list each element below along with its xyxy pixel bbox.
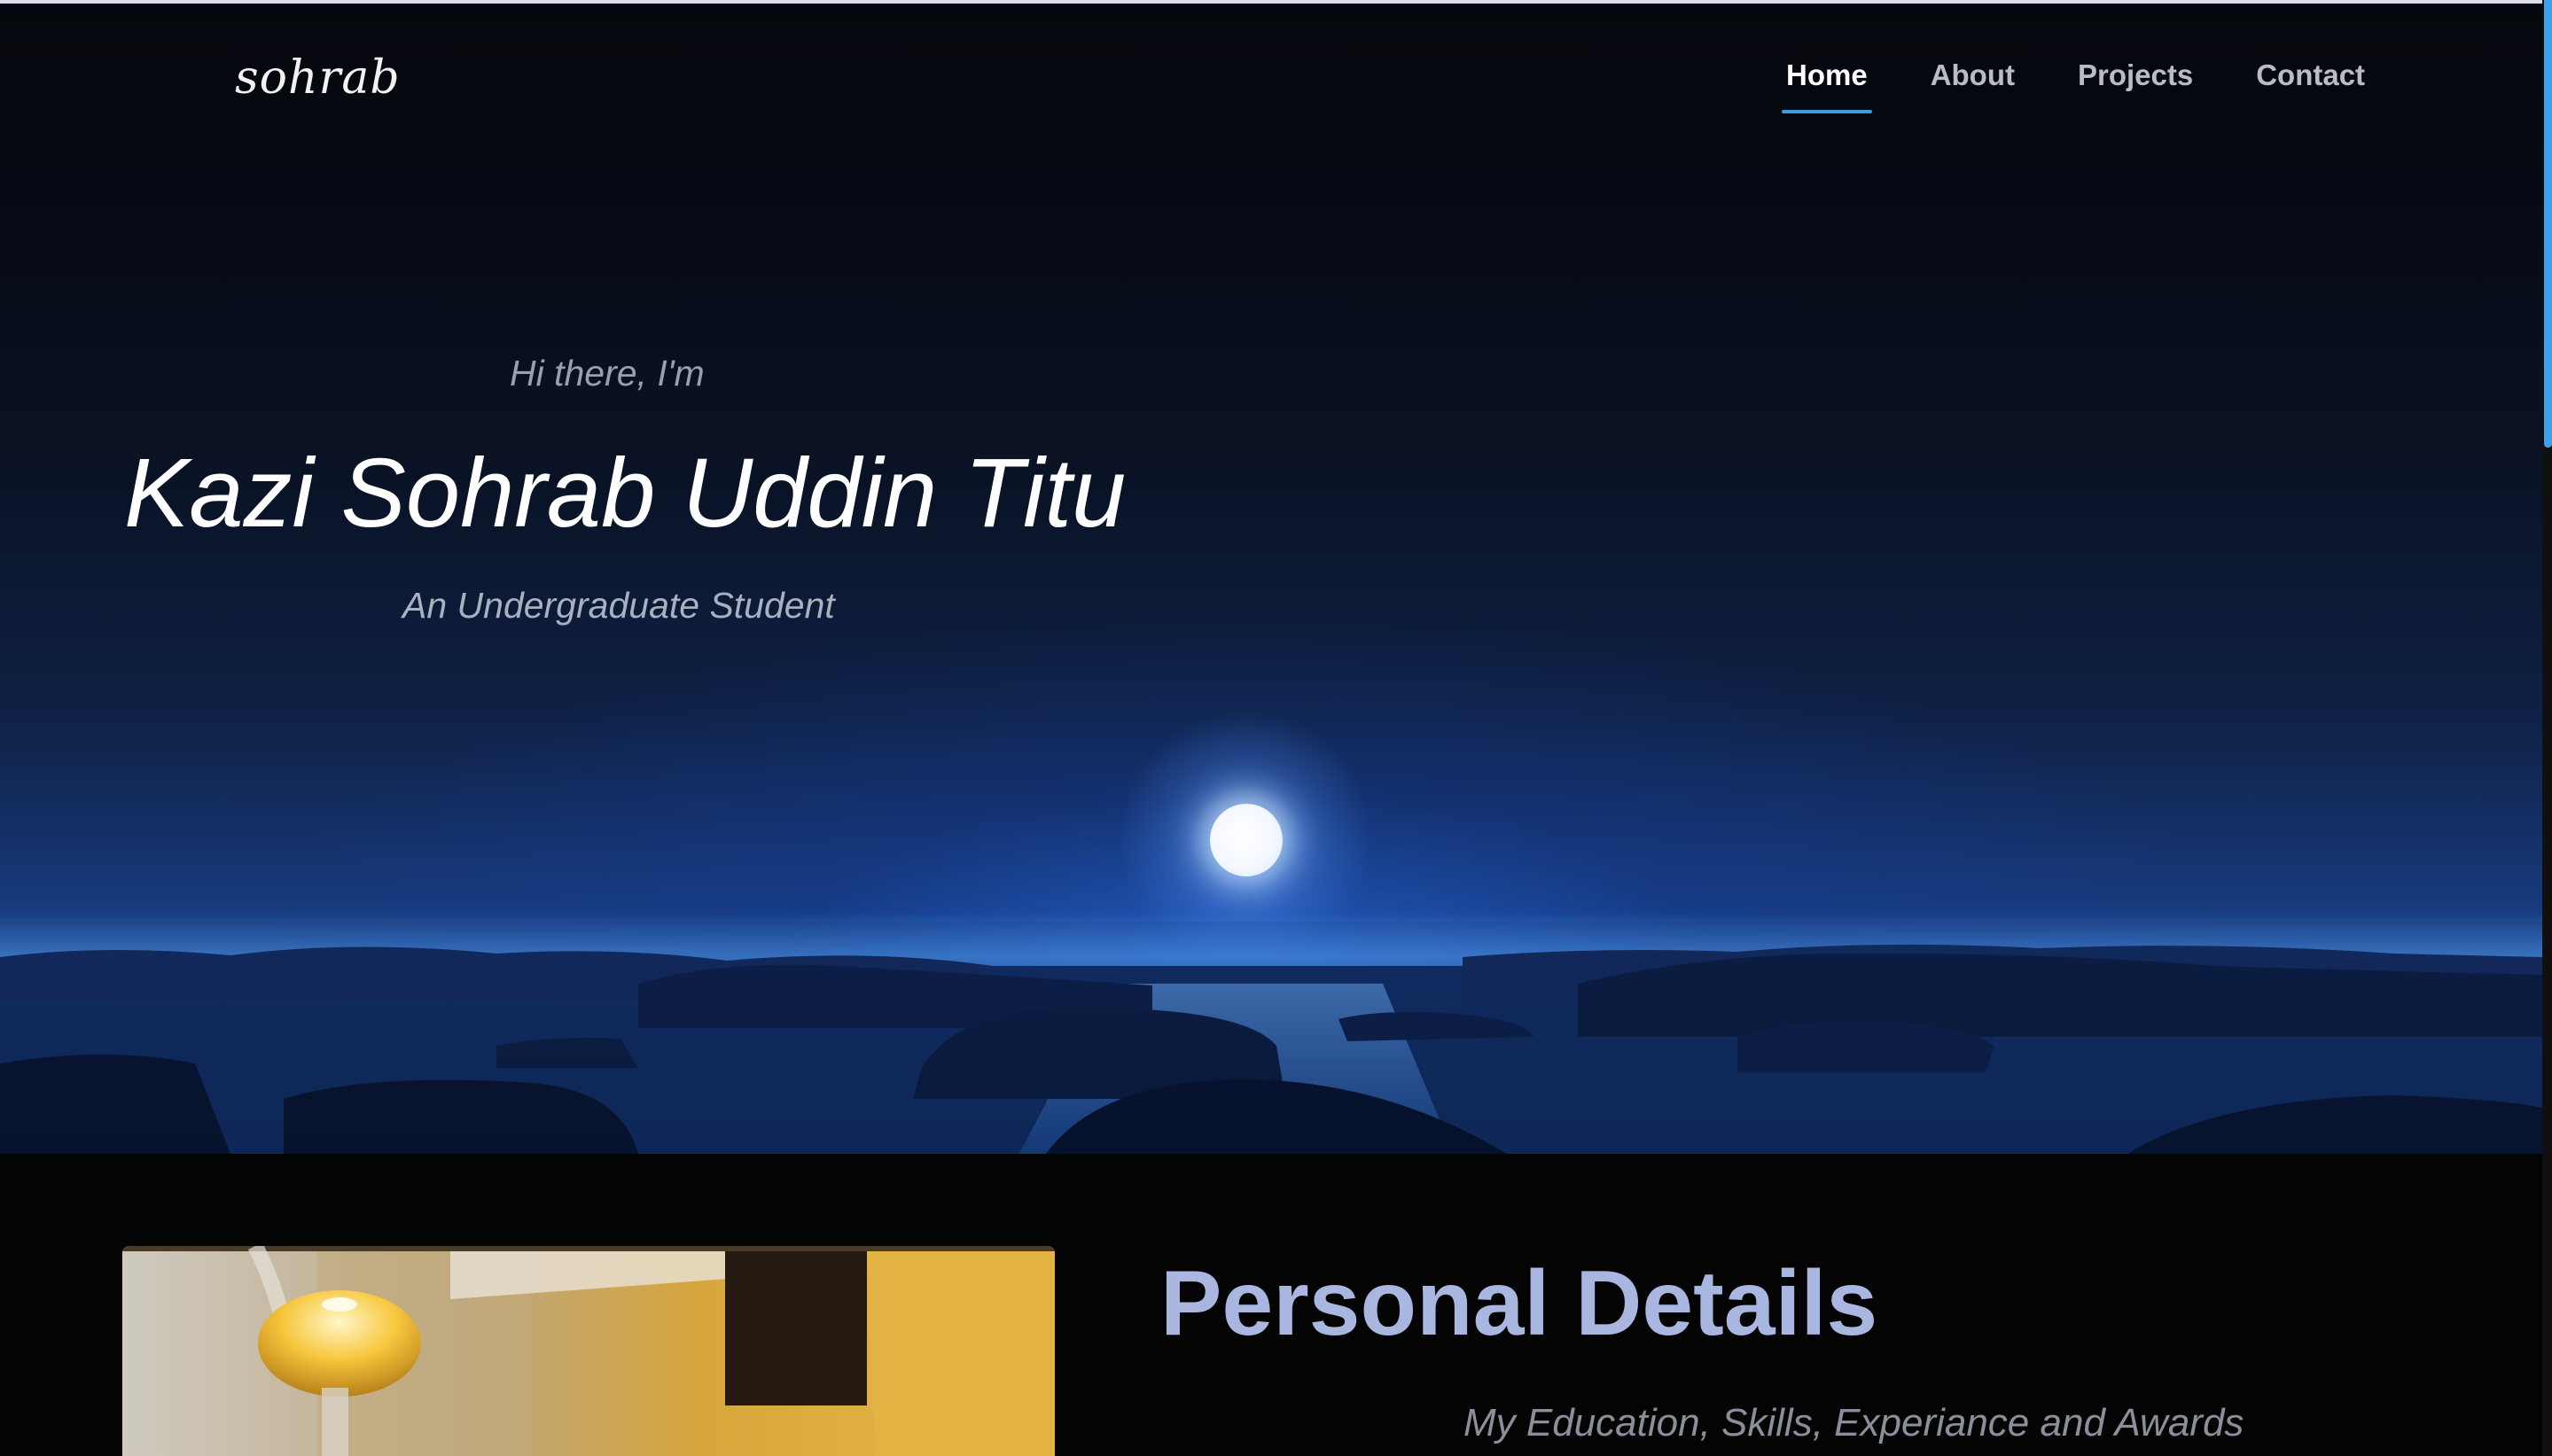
site-logo[interactable]: sohrab (235, 51, 401, 105)
personal-details-section: Personal Details My Education, Skills, E… (0, 1154, 2542, 1456)
hero-greeting: Hi there, I'm (510, 353, 705, 393)
main-navigation: Home About Projects Contact (1773, 58, 2415, 113)
nav-link-about[interactable]: About (1917, 58, 2028, 113)
moon-image (1210, 804, 1283, 876)
nav-link-projects[interactable]: Projects (2064, 58, 2206, 113)
section-subtitle: My Education, Skills, Experiance and Awa… (1463, 1401, 2244, 1444)
nav-link-home[interactable]: Home (1773, 58, 1881, 113)
hero-section: sohrab Home About Projects Contact Hi th… (0, 0, 2542, 1154)
hero-name-heading: Kazi Sohrab Uddin Titu (124, 439, 1127, 548)
portfolio-page: sohrab Home About Projects Contact Hi th… (0, 0, 2552, 1456)
section-title: Personal Details (1160, 1252, 1878, 1355)
nav-link-contact[interactable]: Contact (2243, 58, 2378, 113)
scrollbar-thumb[interactable] (2544, 0, 2552, 448)
profile-photo (122, 1246, 1055, 1456)
hero-top-border (0, 0, 2542, 4)
photo-illustration (122, 1246, 1055, 1456)
hero-role-text: An Undergraduate Student (402, 585, 835, 626)
moonlit-landscape-image (0, 922, 2542, 1154)
